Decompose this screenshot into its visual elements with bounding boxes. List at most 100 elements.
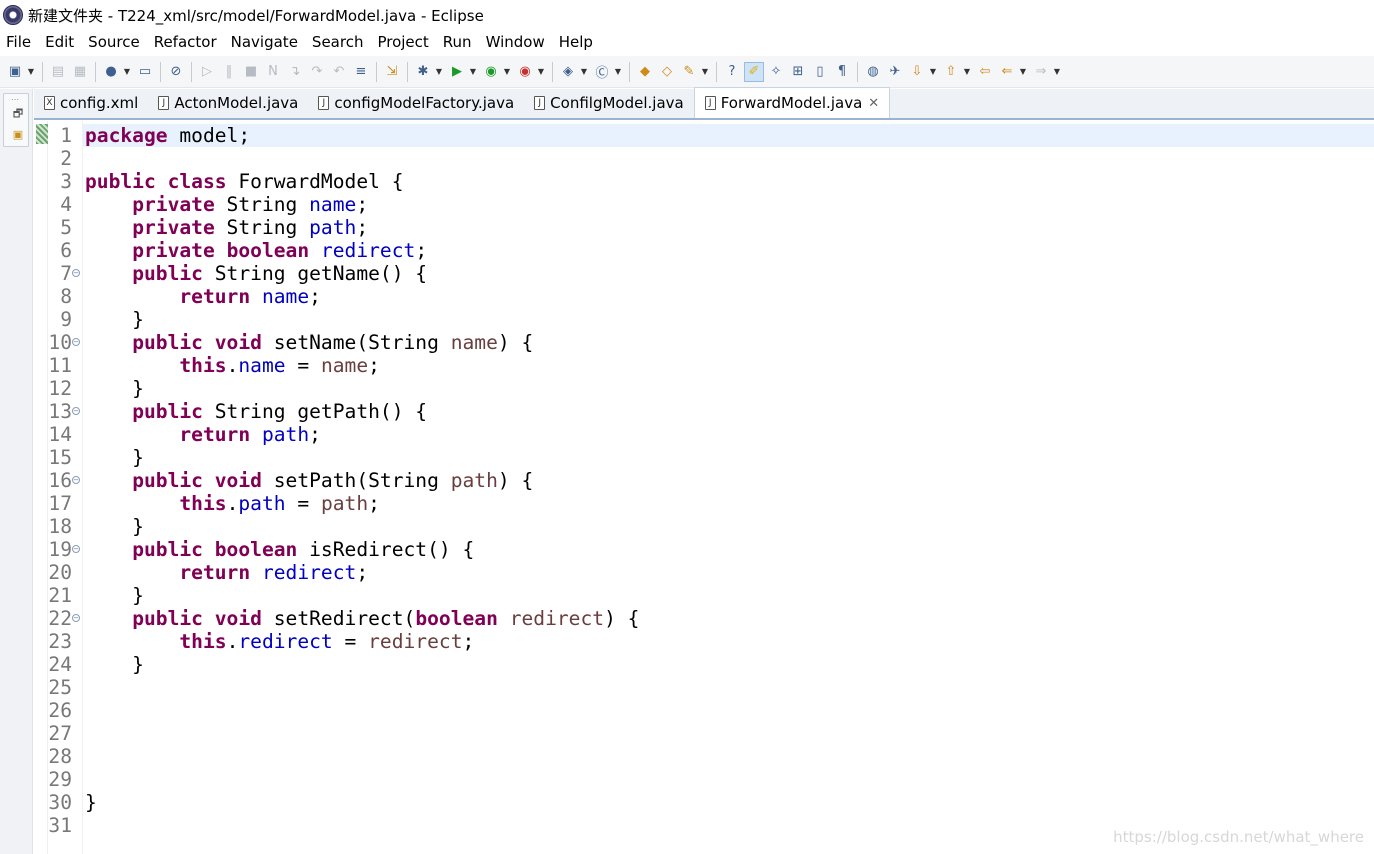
code-line[interactable]: public void setName(String name) { <box>83 331 1374 354</box>
code-line[interactable]: private boolean redirect; <box>83 239 1374 262</box>
new-icon[interactable]: ▣ <box>5 62 25 82</box>
dropdown-arrow-icon[interactable]: ▼ <box>962 62 972 82</box>
close-tab-icon[interactable]: ✕ <box>868 96 879 111</box>
search-icon[interactable]: ✎ <box>679 62 699 82</box>
terminate-icon[interactable]: ■ <box>241 62 261 82</box>
tab-confilgmodel-java[interactable]: J ConfilgModel.java <box>524 87 694 118</box>
code-line[interactable]: } <box>83 446 1374 469</box>
external-tools-icon[interactable]: ◉ <box>515 62 535 82</box>
code-text-area[interactable]: package model; public class ForwardModel … <box>82 121 1374 854</box>
menu-refactor[interactable]: Refactor <box>147 33 224 51</box>
use-step-filters-icon[interactable]: ⇲ <box>382 62 402 82</box>
open-task-icon[interactable]: ◇ <box>657 62 677 82</box>
run-icon[interactable]: ▶ <box>447 62 467 82</box>
dropdown-arrow-icon[interactable]: ▼ <box>1018 62 1028 82</box>
code-line[interactable] <box>83 722 1374 745</box>
terminal-icon[interactable]: ▭ <box>135 62 155 82</box>
tab-actonmodel-java[interactable]: J ActonModel.java <box>148 87 308 118</box>
disconnect-icon[interactable]: N <box>263 62 283 82</box>
show-whitespace-icon[interactable]: ▯ <box>810 62 830 82</box>
toggle-ant-icon[interactable]: ? <box>722 62 742 82</box>
dropdown-arrow-icon[interactable]: ▼ <box>434 62 444 82</box>
suspend-icon[interactable]: ‖ <box>219 62 239 82</box>
open-type-icon[interactable]: ◆ <box>635 62 655 82</box>
back-icon[interactable]: ⇐ <box>997 62 1017 82</box>
tab-configmodelfactory-java[interactable]: JconfigModelFactory.java <box>308 87 524 118</box>
code-line[interactable] <box>83 676 1374 699</box>
drop-to-frame-icon[interactable]: ≡ <box>351 62 371 82</box>
code-line[interactable]: } <box>83 791 1374 814</box>
tab-config-xml[interactable]: Xconfig.xml <box>34 87 148 118</box>
code-line[interactable]: public String getName() { <box>83 262 1374 285</box>
fold-toggle-icon[interactable]: − <box>72 545 80 553</box>
code-line[interactable]: } <box>83 584 1374 607</box>
fold-toggle-icon[interactable]: − <box>72 476 80 484</box>
resume-icon[interactable]: ▷ <box>197 62 217 82</box>
fold-toggle-icon[interactable]: − <box>72 338 80 346</box>
dropdown-arrow-icon[interactable]: ▼ <box>26 62 36 82</box>
next-annotation-icon[interactable]: ⇩ <box>907 62 927 82</box>
step-into-icon[interactable]: ↴ <box>285 62 305 82</box>
code-editor[interactable]: 1 2 3 4 5 6 7−8 9 10−11 12 13−14 15 16−17 18 19−20 21 22… <box>34 121 1374 854</box>
menu-search[interactable]: Search <box>305 33 371 51</box>
code-line[interactable]: public boolean isRedirect() { <box>83 538 1374 561</box>
code-line[interactable] <box>83 768 1374 791</box>
show-paragraph-icon[interactable]: ¶ <box>832 62 852 82</box>
menu-help[interactable]: Help <box>552 33 600 51</box>
restore-icon[interactable]: 🗗 <box>11 107 25 120</box>
fold-toggle-icon[interactable]: − <box>72 614 80 622</box>
code-line[interactable]: public class ForwardModel { <box>83 170 1374 193</box>
step-return-icon[interactable]: ↶ <box>329 62 349 82</box>
package-explorer-icon[interactable]: ▣ <box>11 128 25 141</box>
dropdown-arrow-icon[interactable]: ▼ <box>468 62 478 82</box>
toggle-mark-occurrences-icon[interactable]: ✐ <box>744 61 764 82</box>
new-java-project-icon[interactable]: ◈ <box>558 62 578 82</box>
menu-project[interactable]: Project <box>370 33 435 51</box>
dropdown-arrow-icon[interactable]: ▼ <box>579 62 589 82</box>
code-line[interactable]: public String getPath() { <box>83 400 1374 423</box>
coverage-icon[interactable]: ◉ <box>481 62 501 82</box>
dropdown-arrow-icon[interactable]: ▼ <box>700 62 710 82</box>
code-line[interactable]: public void setRedirect(boolean redirect… <box>83 607 1374 630</box>
code-line[interactable] <box>83 699 1374 722</box>
toggle-block-selection-icon[interactable]: ⊞ <box>788 62 808 82</box>
dropdown-arrow-icon[interactable]: ▼ <box>928 62 938 82</box>
dropdown-arrow-icon[interactable]: ▼ <box>122 62 132 82</box>
code-line[interactable]: package model; <box>83 124 1374 147</box>
code-line[interactable]: } <box>83 308 1374 331</box>
fold-toggle-icon[interactable]: − <box>72 407 80 415</box>
code-line[interactable]: private String name; <box>83 193 1374 216</box>
globe-icon[interactable]: ◍ <box>863 62 883 82</box>
new-java-class-icon[interactable]: Ⓒ <box>592 62 612 82</box>
profile-icon[interactable]: ● <box>101 62 121 82</box>
save-all-icon[interactable]: ▦ <box>70 62 90 82</box>
menu-run[interactable]: Run <box>436 33 479 51</box>
menu-source[interactable]: Source <box>81 33 147 51</box>
code-line[interactable]: return path; <box>83 423 1374 446</box>
code-line[interactable]: this.redirect = redirect; <box>83 630 1374 653</box>
menu-window[interactable]: Window <box>479 33 552 51</box>
code-line[interactable]: this.path = path; <box>83 492 1374 515</box>
trim-handle-icon[interactable]: ⋯ <box>11 95 20 104</box>
dropdown-arrow-icon[interactable]: ▼ <box>613 62 623 82</box>
menu-navigate[interactable]: Navigate <box>224 33 305 51</box>
code-line[interactable]: } <box>83 653 1374 676</box>
dropdown-arrow-icon[interactable]: ▼ <box>1052 62 1062 82</box>
menu-edit[interactable]: Edit <box>38 33 81 51</box>
code-line[interactable]: } <box>83 515 1374 538</box>
step-over-icon[interactable]: ↷ <box>307 62 327 82</box>
skip-breakpoints-icon[interactable]: ⊘ <box>166 62 186 82</box>
forward-icon[interactable]: ⇒ <box>1031 62 1051 82</box>
save-icon[interactable]: ▤ <box>48 62 68 82</box>
code-line[interactable] <box>83 147 1374 170</box>
dropdown-arrow-icon[interactable]: ▼ <box>536 62 546 82</box>
code-line[interactable] <box>83 745 1374 768</box>
code-line[interactable]: return name; <box>83 285 1374 308</box>
menu-file[interactable]: File <box>0 33 38 51</box>
code-line[interactable]: private String path; <box>83 216 1374 239</box>
dropdown-arrow-icon[interactable]: ▼ <box>502 62 512 82</box>
last-edit-icon[interactable]: ⇦ <box>975 62 995 82</box>
code-line[interactable]: public void setPath(String path) { <box>83 469 1374 492</box>
tab-forwardmodel-java[interactable]: J ForwardModel.java ✕ <box>693 87 891 118</box>
fold-toggle-icon[interactable]: − <box>72 269 80 277</box>
